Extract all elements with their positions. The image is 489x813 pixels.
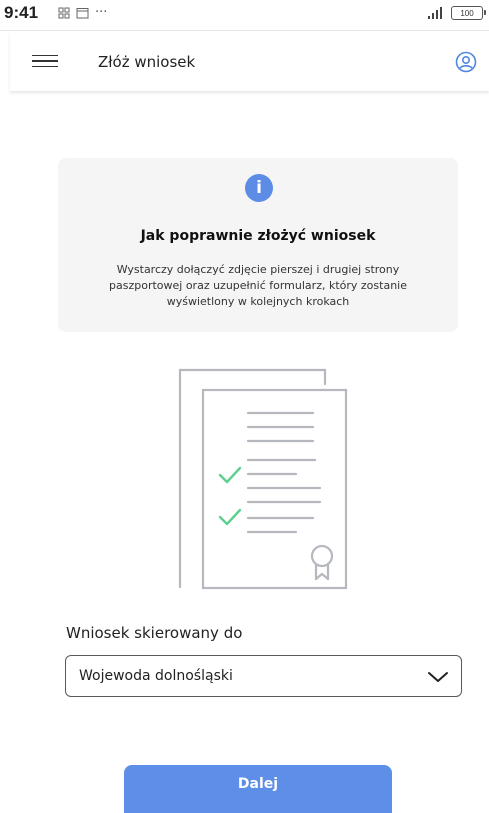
grid-notification-icon	[58, 7, 70, 19]
recipient-select-value: Wojewoda dolnośląski	[79, 668, 233, 684]
status-system-icons: 100	[425, 6, 486, 20]
info-body: Wystarczy dołączyć zdjęcie pierszej i dr…	[109, 263, 407, 308]
info-icon: i	[245, 174, 273, 202]
hamburger-menu-icon[interactable]	[32, 51, 60, 71]
info-icon-glyph: i	[256, 178, 262, 198]
battery-icon: 100	[451, 6, 486, 20]
signal-icon	[428, 7, 442, 19]
calendar-notification-icon	[76, 8, 89, 19]
user-circle-icon[interactable]	[455, 51, 477, 73]
status-bar: 9:41 ··· 100	[0, 0, 489, 30]
page-title: Złóż wniosek	[98, 53, 196, 71]
info-title: Jak poprawnie złożyć wniosek	[140, 228, 376, 244]
recipient-select[interactable]: Wojewoda dolnośląski	[65, 655, 462, 697]
battery-level: 100	[460, 8, 474, 18]
info-card: i Jak poprawnie złożyć wniosek Wystarczy…	[58, 158, 458, 332]
chevron-down-icon	[428, 672, 448, 682]
more-notifications-indicator: ···	[95, 5, 108, 20]
app-header: Złóż wniosek	[10, 31, 489, 91]
status-time: 9:41	[4, 3, 39, 22]
recipient-label: Wniosek skierowany do	[66, 624, 243, 642]
document-certificate-illustration	[178, 368, 348, 590]
status-notification-icons: ···	[58, 5, 108, 20]
